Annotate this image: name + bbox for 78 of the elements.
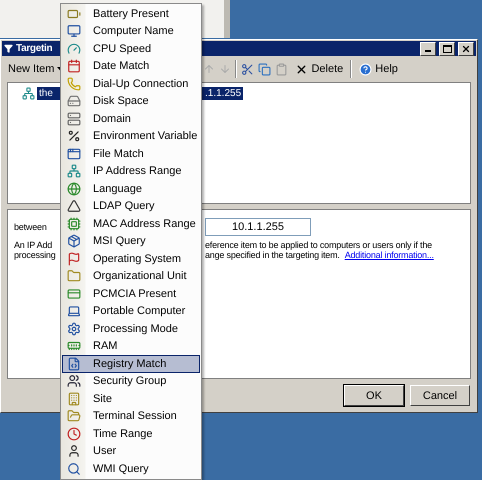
card-icon	[67, 286, 81, 301]
globe-icon	[67, 182, 81, 196]
description-text: eference item to be applied to computers or users only if the	[205, 240, 432, 250]
menu-item[interactable]: Environment Variable	[62, 128, 200, 145]
hard-drive-icon	[67, 94, 81, 108]
menu-item[interactable]: CPU Speed	[62, 40, 200, 58]
maximize-button[interactable]	[439, 42, 455, 56]
minimize-icon	[425, 50, 431, 52]
menu-item[interactable]: RAM	[62, 338, 200, 355]
additional-info-link[interactable]: Additional information...	[344, 250, 434, 260]
copy-icon[interactable]	[258, 62, 272, 76]
menu-item[interactable]: Operating System	[62, 250, 200, 268]
menu-item[interactable]: Battery Present	[62, 5, 200, 22]
server-icon	[67, 112, 81, 126]
gauge-icon	[67, 42, 81, 56]
network-icon	[22, 86, 35, 100]
description-text: An IP Add	[14, 240, 52, 250]
cancel-button[interactable]: Cancel	[410, 385, 470, 406]
help-icon	[359, 62, 372, 76]
menu-item[interactable]: IP Address Range	[62, 162, 200, 180]
menu-item[interactable]: Disk Space	[62, 92, 200, 110]
chip-icon	[67, 216, 81, 231]
menu-item[interactable]: MAC Address Range	[62, 215, 200, 232]
gear-icon	[67, 322, 81, 336]
close-icon	[295, 62, 308, 76]
search-icon	[67, 462, 81, 476]
menu-item[interactable]: LDAP Query	[62, 198, 200, 215]
menu-item[interactable]: Time Range	[62, 425, 200, 442]
window-icon	[67, 146, 81, 161]
building-icon	[67, 392, 81, 406]
menu-item[interactable]: File Match	[62, 145, 200, 162]
description-text: processing	[14, 250, 56, 260]
tree-item-label: .1.1.255	[205, 88, 242, 99]
clock-icon	[67, 426, 81, 441]
end-address-field[interactable]: 10.1.1.255	[205, 218, 311, 236]
menu-item[interactable]: Security Group	[62, 372, 200, 390]
laptop-icon	[67, 304, 81, 318]
between-label: between	[14, 222, 47, 232]
menu-item[interactable]: Dial-Up Connection	[62, 75, 200, 92]
menu-item[interactable]: Domain	[62, 110, 200, 128]
filter-icon	[4, 44, 13, 53]
menu-item[interactable]: PCMCIA Present	[62, 285, 200, 302]
menu-item[interactable]: Date Match	[62, 58, 200, 75]
menu-item[interactable]: Terminal Session	[62, 408, 200, 425]
menu-item[interactable]: User	[62, 442, 200, 460]
menu-item[interactable]: Registry Match	[62, 355, 200, 372]
flag-icon	[67, 252, 81, 266]
maximize-icon	[442, 44, 452, 52]
menu-item[interactable]: WMI Query	[62, 460, 200, 478]
percent-icon	[67, 129, 81, 144]
triangle-icon	[67, 199, 81, 214]
folder-icon	[67, 409, 81, 424]
ok-button[interactable]: OK	[344, 385, 404, 406]
menu-item[interactable]: Organizational Unit	[62, 268, 200, 285]
network-icon	[67, 164, 81, 178]
monitor-icon	[67, 24, 81, 38]
window-title: Targetin	[16, 43, 52, 54]
tree-item-label: the	[39, 88, 54, 99]
menu-item[interactable]: Computer Name	[62, 22, 200, 40]
minimize-button[interactable]	[420, 42, 436, 56]
user-icon	[67, 444, 81, 458]
menu-item[interactable]: Portable Computer	[62, 302, 200, 320]
folder-icon	[67, 269, 81, 284]
close-icon	[461, 44, 471, 54]
file-icon	[67, 356, 81, 371]
help-button[interactable]: Help	[356, 59, 401, 80]
menu-item[interactable]: MSI Query	[62, 232, 200, 250]
cut-icon[interactable]	[241, 62, 254, 76]
description-text: ange specified in the targeting item.	[205, 250, 340, 260]
menu-item[interactable]: Language	[62, 180, 200, 198]
phone-icon	[67, 76, 81, 91]
menu-item[interactable]: Site	[62, 390, 200, 408]
close-button[interactable]	[458, 42, 474, 56]
menu-item[interactable]: Processing Mode	[62, 320, 200, 338]
package-icon	[67, 234, 81, 248]
users-icon	[67, 374, 81, 388]
calendar-icon	[67, 59, 81, 74]
delete-button[interactable]: Delete	[292, 59, 346, 80]
